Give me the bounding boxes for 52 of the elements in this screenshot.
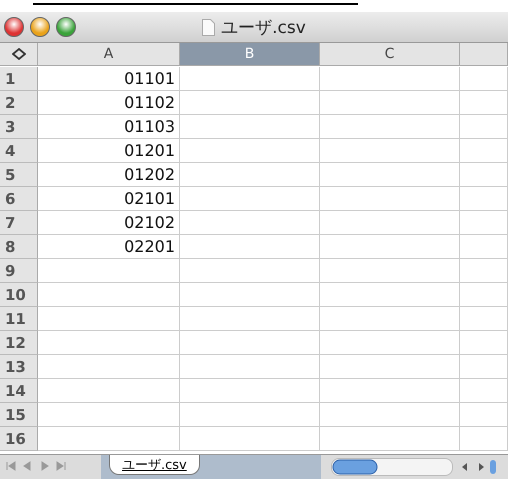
table-cell: [460, 235, 508, 259]
table-cell: [460, 427, 508, 451]
row-header[interactable]: 5: [0, 163, 38, 187]
table-cell: [460, 187, 508, 211]
row-header[interactable]: 2: [0, 91, 38, 115]
table-cell: [460, 331, 508, 355]
row-header[interactable]: 12: [0, 331, 38, 355]
table-cell: [460, 379, 508, 403]
close-button[interactable]: [4, 17, 24, 37]
row-header[interactable]: 9: [0, 259, 38, 283]
table-cell: [460, 139, 508, 163]
table-cell: [460, 67, 508, 91]
table-cell: [460, 259, 508, 283]
row-header[interactable]: 6: [0, 187, 38, 211]
table-cell: 01103: [38, 115, 180, 139]
row-header[interactable]: 15: [0, 403, 38, 427]
table-cell: [460, 211, 508, 235]
table-cell: [460, 283, 508, 307]
row-header[interactable]: 13: [0, 355, 38, 379]
row-header[interactable]: 1: [0, 67, 38, 91]
table-cell: [460, 115, 508, 139]
table-cell: 01101: [38, 67, 180, 91]
sheet-tab[interactable]: ユーザ.csv: [109, 455, 200, 475]
table-cell: 01102: [38, 91, 180, 115]
document-icon: [202, 18, 216, 36]
table-cell: 02102: [38, 211, 180, 235]
table-cell: 02201: [38, 235, 180, 259]
table-cell: 01202: [38, 163, 180, 187]
scroll-thumb[interactable]: [332, 459, 378, 475]
table-cell: [460, 91, 508, 115]
table-cell: 02101: [38, 187, 180, 211]
zoom-button[interactable]: [56, 17, 76, 37]
row-header[interactable]: 11: [0, 307, 38, 331]
column-header[interactable]: A: [38, 43, 180, 66]
row-header[interactable]: 3: [0, 115, 38, 139]
column-header[interactable]: C: [320, 43, 460, 66]
row-header[interactable]: 4: [0, 139, 38, 163]
column-header[interactable]: B: [180, 43, 320, 66]
table-cell: [460, 355, 508, 379]
diamond-icon[interactable]: [12, 48, 26, 60]
row-header[interactable]: 7: [0, 211, 38, 235]
row-header[interactable]: 8: [0, 235, 38, 259]
table-cell: 01201: [38, 139, 180, 163]
row-header[interactable]: 14: [0, 379, 38, 403]
table-cell: [460, 307, 508, 331]
minimize-button[interactable]: [30, 17, 50, 37]
table-cell: [460, 403, 508, 427]
row-header[interactable]: 10: [0, 283, 38, 307]
row-header[interactable]: 16: [0, 427, 38, 451]
horizontal-scrollbar[interactable]: [331, 458, 453, 476]
table-cell: [460, 163, 508, 187]
window-title: ユーザ.csv: [221, 16, 306, 38]
